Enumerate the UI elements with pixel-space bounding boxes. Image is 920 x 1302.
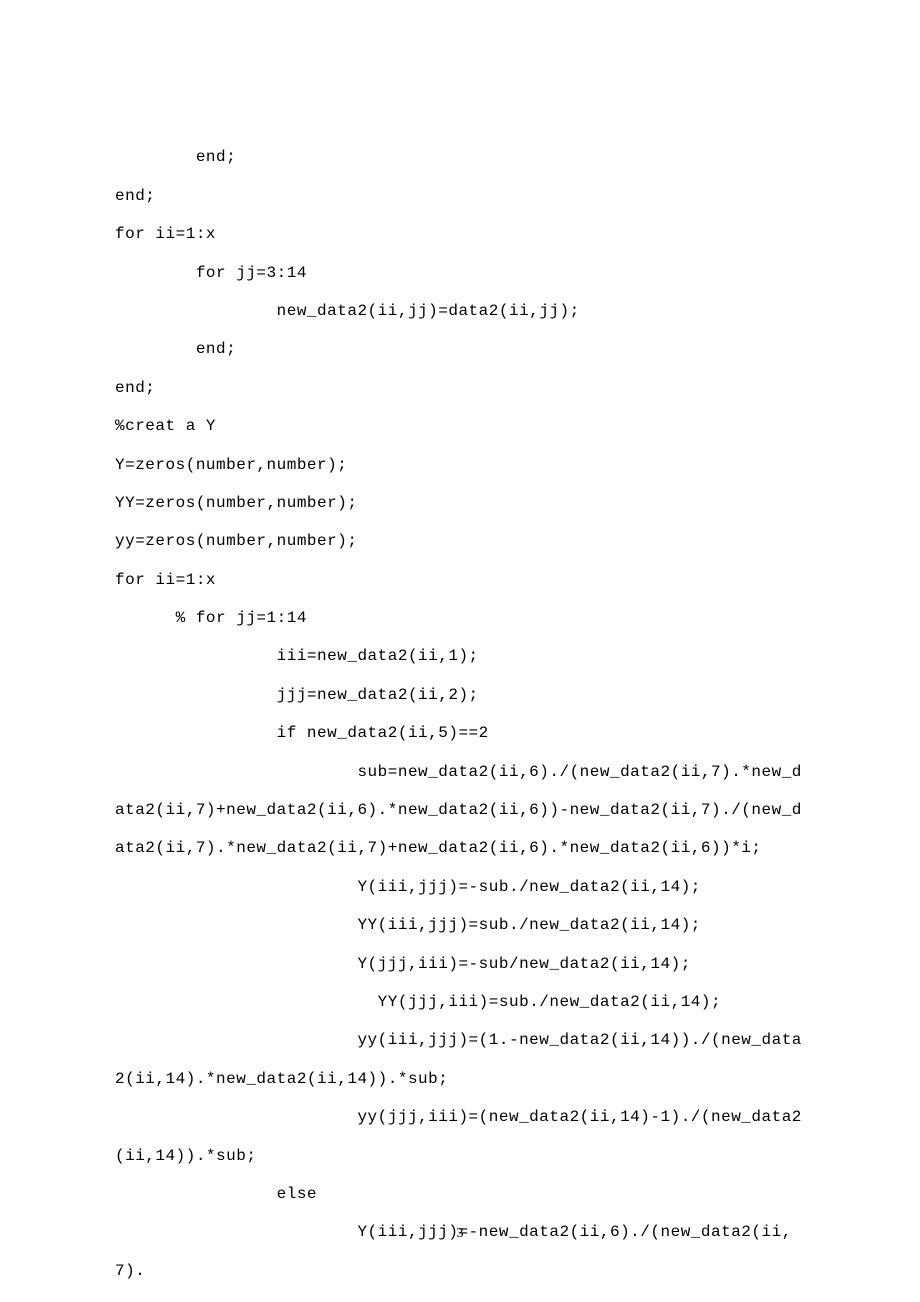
code-line: jjj=new_data2(ii,2); [115, 686, 479, 704]
code-line: for ii=1:x [115, 225, 216, 243]
code-line: iii=new_data2(ii,1); [115, 647, 479, 665]
code-line: yy=zeros(number,number); [115, 532, 357, 550]
code-line: Y=zeros(number,number); [115, 456, 347, 474]
code-content: end; end; for ii=1:x for jj=3:14 new_dat… [115, 100, 805, 1290]
code-line: end; [115, 379, 155, 397]
code-line: else [115, 1185, 317, 1203]
code-line: YY=zeros(number,number); [115, 494, 357, 512]
code-line: for jj=3:14 [115, 264, 307, 282]
code-line: % for jj=1:14 [115, 609, 307, 627]
code-line: for ii=1:x [115, 571, 216, 589]
document-page: end; end; for ii=1:x for jj=3:14 new_dat… [0, 0, 920, 1302]
code-line: yy(iii,jjj)=(1.-new_data2(ii,14))./(new_… [115, 1031, 802, 1087]
page-number: 3 [0, 1226, 920, 1242]
code-line: if new_data2(ii,5)==2 [115, 724, 489, 742]
code-line: Y(iii,jjj)=-sub./new_data2(ii,14); [115, 878, 701, 896]
code-line: YY(jjj,iii)=sub./new_data2(ii,14); [115, 993, 721, 1011]
code-line: Y(jjj,iii)=-sub/new_data2(ii,14); [115, 955, 691, 973]
code-line: yy(jjj,iii)=(new_data2(ii,14)-1)./(new_d… [115, 1108, 802, 1164]
code-line: end; [115, 187, 155, 205]
code-line: end; [115, 148, 236, 166]
code-line: new_data2(ii,jj)=data2(ii,jj); [115, 302, 580, 320]
code-line: end; [115, 340, 236, 358]
code-line: %creat a Y [115, 417, 216, 435]
code-line: sub=new_data2(ii,6)./(new_data2(ii,7).*n… [115, 763, 802, 858]
code-line: YY(iii,jjj)=sub./new_data2(ii,14); [115, 916, 701, 934]
